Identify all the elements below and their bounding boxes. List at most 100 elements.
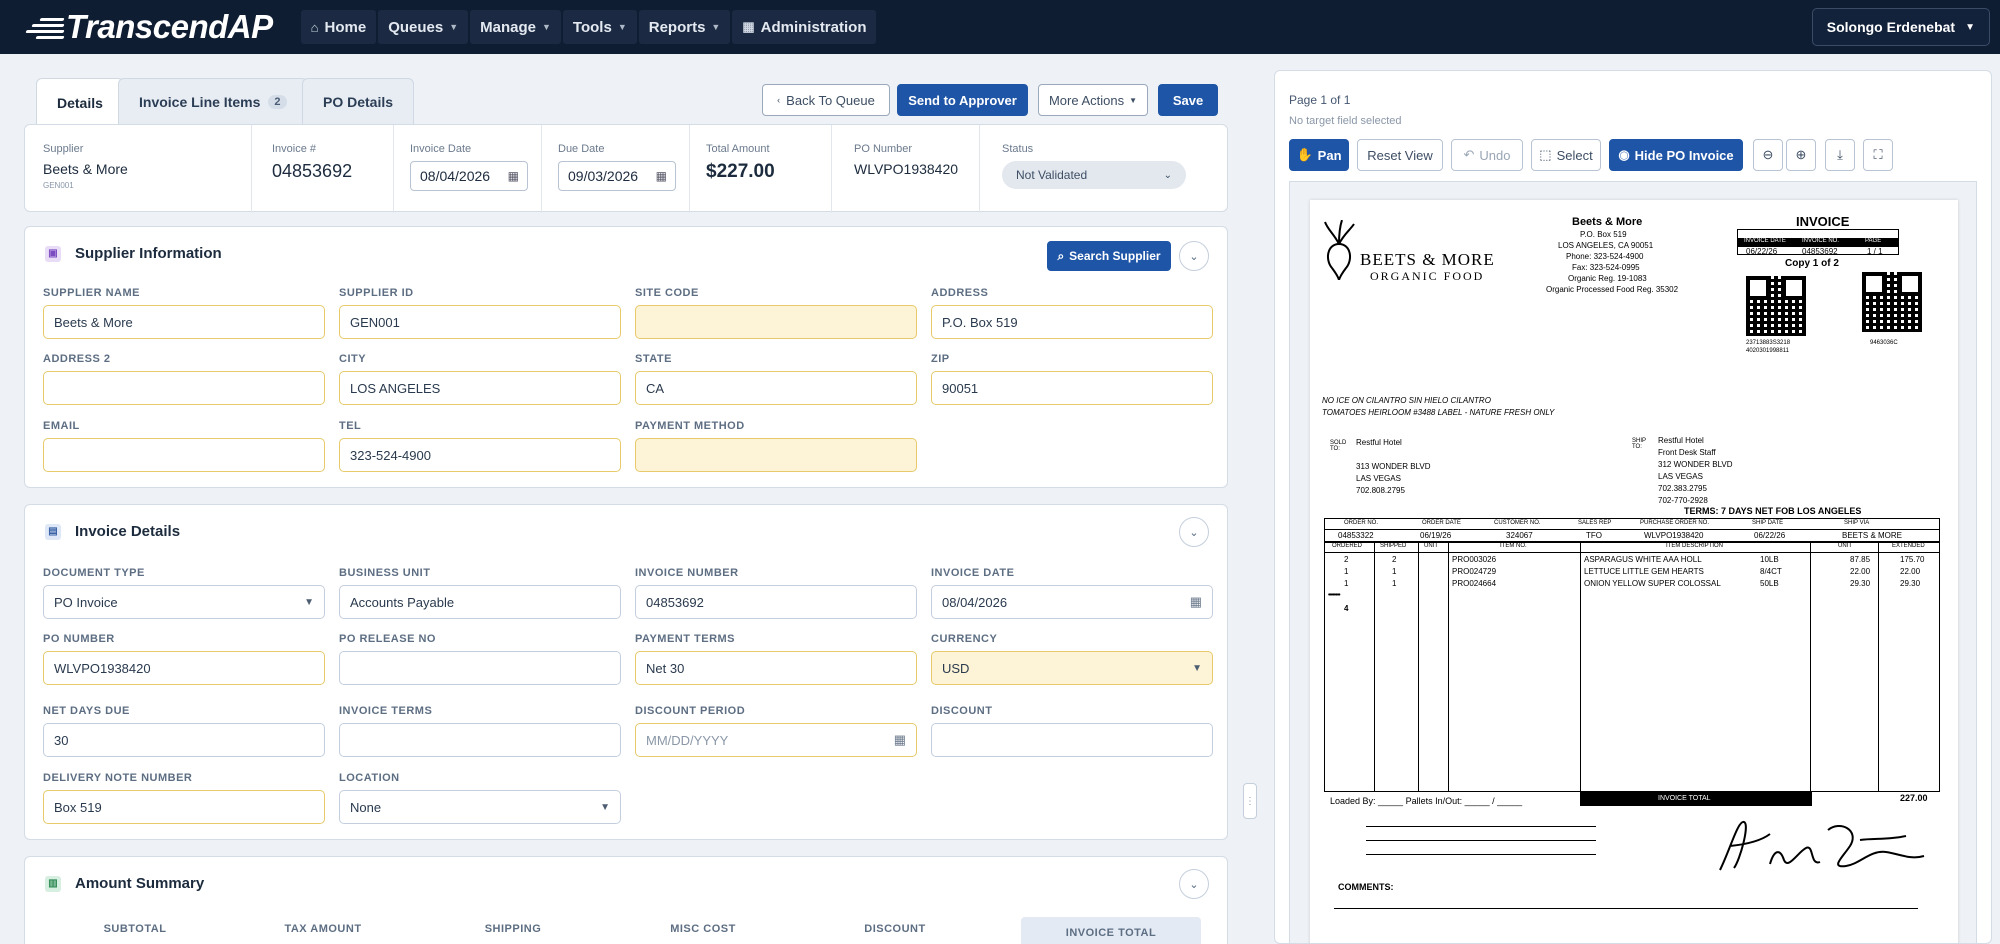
- summary-due-date-input[interactable]: 09/03/2026 ▦: [558, 161, 676, 191]
- collapse-supplier-button[interactable]: ⌄: [1179, 241, 1209, 271]
- net-days-input[interactable]: 30: [43, 723, 325, 757]
- summary-po-number: PO Number WLVPO1938420: [831, 125, 979, 213]
- zoom-out-icon: ⊖: [1762, 147, 1774, 162]
- collapse-amount-button[interactable]: ⌄: [1179, 869, 1209, 899]
- state-input[interactable]: CA: [635, 371, 917, 405]
- nav-tools[interactable]: Tools ▼: [562, 10, 637, 44]
- discount-period-input[interactable]: MM/DD/YYYY ▦: [635, 723, 917, 757]
- chevron-down-icon: ▼: [617, 22, 627, 32]
- supplier-id-label: SUPPLIER ID: [339, 287, 414, 299]
- document-viewer-panel: Page 1 of 1 No target field selected ✋ Pa…: [1274, 70, 1992, 944]
- caret-down-icon: ▼: [304, 596, 314, 608]
- doc-invoice-title: INVOICE: [1796, 214, 1850, 229]
- invoice-terms-input[interactable]: [339, 723, 621, 757]
- invoice-date-input[interactable]: 08/04/2026 ▦: [931, 585, 1213, 619]
- pan-button[interactable]: ✋ Pan: [1289, 139, 1349, 171]
- tab-line-items-label: Invoice Line Items: [139, 93, 261, 110]
- delivery-note-input[interactable]: Box 519: [43, 790, 325, 824]
- summary-invoice-date-input[interactable]: 08/04/2026 ▦: [410, 161, 528, 191]
- address-input[interactable]: P.O. Box 519: [931, 305, 1213, 339]
- po-release-input[interactable]: [339, 651, 621, 685]
- nav-reports[interactable]: Reports ▼: [638, 10, 731, 44]
- panel-resize-handle[interactable]: ⋮: [1243, 783, 1257, 819]
- nav-manage[interactable]: Manage ▼: [470, 10, 561, 44]
- undo-label: Undo: [1479, 147, 1511, 163]
- tel-field: TEL 323-524-4900: [339, 420, 621, 472]
- fullscreen-button[interactable]: ⛶: [1863, 139, 1893, 171]
- download-button[interactable]: ⤓: [1825, 139, 1855, 171]
- user-menu-button[interactable]: Solongo Erdenebat ▼: [1811, 8, 1990, 46]
- download-icon: ⤓: [1837, 147, 1843, 162]
- tab-details[interactable]: Details: [36, 78, 124, 126]
- state-label: STATE: [635, 353, 672, 365]
- doc-order-head: SALES REP: [1578, 520, 1612, 526]
- zoom-out-button[interactable]: ⊖: [1753, 139, 1783, 171]
- doc-line-cell: PRO003026: [1452, 555, 1497, 564]
- collapse-invoice-button[interactable]: ⌄: [1179, 517, 1209, 547]
- zip-input[interactable]: 90051: [931, 371, 1213, 405]
- nav-queues[interactable]: Queues ▼: [378, 10, 469, 44]
- document-type-select[interactable]: PO Invoice ▼: [43, 585, 325, 619]
- doc-box-val: 06/22/26: [1746, 247, 1778, 256]
- po-number-label: PO NUMBER: [43, 633, 115, 645]
- send-to-approver-button[interactable]: Send to Approver: [897, 84, 1028, 116]
- zip-label: ZIP: [931, 353, 950, 365]
- back-to-queue-button[interactable]: ‹ Back To Queue: [762, 84, 890, 116]
- calendar-icon[interactable]: ▦: [894, 732, 906, 748]
- doc-line-cell: LETTUCE LITTLE GEM HEARTS: [1584, 567, 1704, 576]
- doc-grid-line: [1374, 542, 1375, 792]
- currency-select[interactable]: USD ▼: [931, 651, 1213, 685]
- payment-terms-input[interactable]: Net 30: [635, 651, 917, 685]
- summary-invoice-date-label: Invoice Date: [410, 143, 472, 155]
- site-code-input[interactable]: [635, 305, 917, 339]
- currency-value: USD: [942, 660, 970, 676]
- supplier-name-input[interactable]: Beets & More: [43, 305, 325, 339]
- pan-label: Pan: [1317, 147, 1342, 163]
- calculator-icon: ▥: [45, 875, 61, 892]
- calendar-icon[interactable]: ▦: [1190, 594, 1202, 610]
- chevron-down-icon: ⌄: [1163, 169, 1172, 181]
- business-unit-input[interactable]: Accounts Payable: [339, 585, 621, 619]
- location-label: LOCATION: [339, 772, 400, 784]
- doc-sold-line: Restful Hotel: [1356, 438, 1402, 447]
- doc-line-cell: 29.30: [1900, 579, 1921, 588]
- invoice-terms-label: INVOICE TERMS: [339, 705, 433, 717]
- payment-method-input[interactable]: [635, 438, 917, 472]
- document-canvas[interactable]: BEETS & MORE ORGANIC FOOD Beets & More P…: [1289, 181, 1977, 943]
- location-select[interactable]: None ▼: [339, 790, 621, 824]
- nav-administration[interactable]: ▦ Administration: [732, 10, 877, 44]
- doc-box-head: INVOICE DATE: [1744, 238, 1786, 244]
- tab-po-details[interactable]: PO Details: [302, 78, 415, 124]
- supplier-id-input[interactable]: GEN001: [339, 305, 621, 339]
- discount-field: DISCOUNT: [931, 705, 1213, 757]
- search-supplier-button[interactable]: ⌕ Search Supplier: [1047, 241, 1171, 271]
- calendar-icon[interactable]: ▦: [656, 169, 667, 183]
- city-input[interactable]: LOS ANGELES: [339, 371, 621, 405]
- reset-view-button[interactable]: Reset View: [1357, 139, 1443, 171]
- select-button[interactable]: ⬚ Select: [1531, 139, 1601, 171]
- more-actions-button[interactable]: More Actions ▼: [1038, 84, 1148, 116]
- invoice-date-field: INVOICE DATE 08/04/2026 ▦: [931, 567, 1213, 619]
- address2-label: ADDRESS 2: [43, 353, 111, 365]
- invoice-number-input[interactable]: 04853692: [635, 585, 917, 619]
- discount-input[interactable]: [931, 723, 1213, 757]
- undo-button[interactable]: ↶ Undo: [1451, 139, 1523, 171]
- tel-input[interactable]: 323-524-4900: [339, 438, 621, 472]
- drag-handle-icon: ⋮: [1245, 795, 1255, 807]
- hide-po-invoice-button[interactable]: ◉ Hide PO Invoice: [1609, 139, 1743, 171]
- nav-home[interactable]: ⌂ Home: [300, 10, 377, 44]
- calendar-icon[interactable]: ▦: [508, 169, 519, 183]
- tab-invoice-line-items[interactable]: Invoice Line Items 2: [118, 78, 308, 124]
- doc-copy-note: Copy 1 of 2: [1785, 258, 1839, 269]
- doc-header-line: Fax: 323-524-0995: [1572, 263, 1640, 272]
- zoom-in-button[interactable]: ⊕: [1786, 139, 1816, 171]
- status-select[interactable]: Not Validated ⌄: [1002, 161, 1186, 189]
- po-number-input[interactable]: WLVPO1938420: [43, 651, 325, 685]
- doc-order-head: ORDER DATE: [1422, 520, 1461, 526]
- address2-input[interactable]: [43, 371, 325, 405]
- brand-logo[interactable]: TranscendAP: [25, 8, 273, 46]
- email-input[interactable]: [43, 438, 325, 472]
- doc-header-line: LOS ANGELES, CA 90051: [1558, 241, 1654, 250]
- doc-line-cell: 22.00: [1850, 567, 1871, 576]
- save-button[interactable]: Save: [1158, 84, 1218, 116]
